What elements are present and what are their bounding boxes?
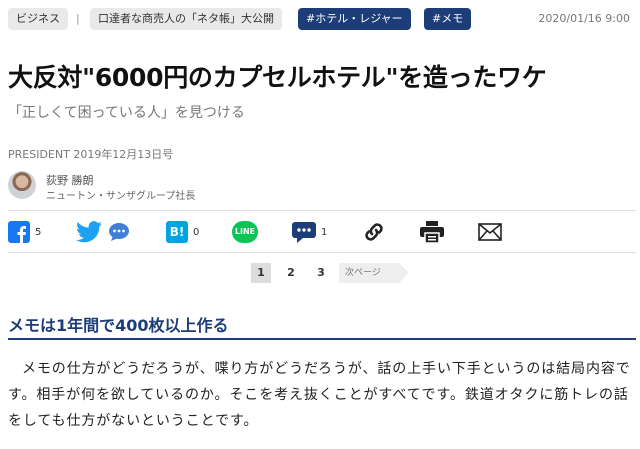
series-tag[interactable]: 口達者な商売人の「ネタ帳」大公開 bbox=[90, 8, 282, 30]
article-paragraph: メモの仕方がどうだろうが、喋り方がどうだろうが、話の上手い下手というのは結局内容… bbox=[8, 361, 631, 429]
memo-tag[interactable]: #メモ bbox=[424, 8, 472, 30]
next-page-link[interactable]: 次ページ bbox=[339, 263, 409, 283]
page-2-link[interactable]: 2 bbox=[281, 263, 301, 283]
speech-bubble-icon bbox=[109, 223, 129, 241]
twitter-share-button[interactable] bbox=[76, 216, 102, 248]
author-role: ニュートン・サンザグループ社長 bbox=[46, 191, 196, 202]
publication-source: PRESIDENT 2019年12月13日号 bbox=[8, 148, 174, 161]
pagination: 1 2 3 次ページ bbox=[0, 263, 640, 285]
share-bottom-divider bbox=[8, 252, 636, 253]
author-name[interactable]: 荻野 勝朗 bbox=[46, 172, 94, 188]
hatena-bookmark-icon: B! bbox=[166, 221, 188, 243]
hatena-count: 0 bbox=[193, 226, 200, 238]
hotel-leisure-tag[interactable]: #ホテル・レジャー bbox=[298, 8, 411, 30]
facebook-count: 5 bbox=[35, 226, 42, 238]
page-1-link[interactable]: 1 bbox=[251, 263, 271, 283]
comment-count: 1 bbox=[321, 226, 328, 238]
comment-bubble-button[interactable] bbox=[108, 216, 130, 248]
line-icon: LINE bbox=[232, 221, 258, 243]
hatena-share-button[interactable]: B! 0 bbox=[166, 216, 199, 248]
mail-icon bbox=[478, 223, 502, 241]
twitter-icon bbox=[76, 221, 102, 243]
comment-button[interactable]: 1 bbox=[292, 216, 327, 248]
article-subtitle: 「正しくて困っている人」を見つける bbox=[8, 105, 245, 121]
line-share-button[interactable]: LINE bbox=[232, 216, 258, 248]
share-top-divider bbox=[8, 210, 636, 211]
article-title: 大反対"6000円のカプセルホテル"を造ったワケ bbox=[8, 63, 547, 92]
page-3-link[interactable]: 3 bbox=[311, 263, 331, 283]
copy-link-button[interactable] bbox=[362, 216, 386, 248]
link-icon bbox=[365, 223, 383, 241]
author-avatar[interactable] bbox=[8, 171, 36, 199]
tag-bar: ビジネス | 口達者な商売人の「ネタ帳」大公開 #ホテル・レジャー #メモ 20… bbox=[0, 8, 640, 30]
printer-icon bbox=[420, 221, 444, 243]
tag-separator: | bbox=[76, 12, 80, 25]
publish-date: 2020/01/16 9:00 bbox=[538, 12, 630, 25]
category-tag[interactable]: ビジネス bbox=[8, 8, 68, 30]
facebook-share-button[interactable]: 5 bbox=[8, 216, 41, 248]
section-heading: メモは1年間で400枚以上作る bbox=[8, 316, 229, 335]
facebook-icon bbox=[8, 221, 30, 243]
email-button[interactable] bbox=[478, 216, 502, 248]
share-bar: 5 B! 0 LINE 1 bbox=[8, 216, 636, 248]
comment-icon bbox=[292, 222, 316, 243]
section-heading-underline bbox=[8, 338, 636, 340]
print-button[interactable] bbox=[420, 216, 444, 248]
